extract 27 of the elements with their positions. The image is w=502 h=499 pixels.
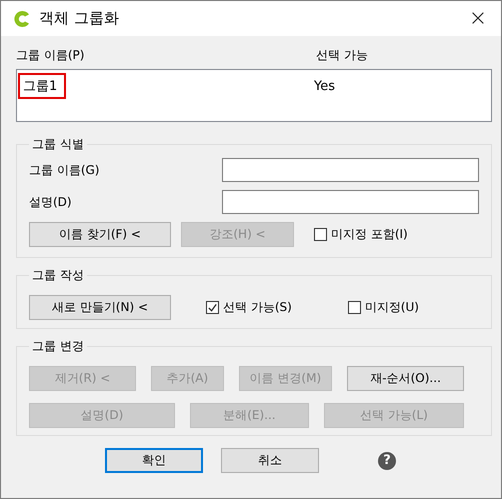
group-list[interactable]: 그룹1 Yes [16,69,492,122]
field-label: 그룹 이름(G) [29,162,100,178]
new-button[interactable]: 새로 만들기(N) < [29,295,171,320]
column-header: 그룹 이름(P) [16,46,86,64]
checkbox-label: 선택 가능(S) [223,299,292,316]
input-field[interactable] [222,158,479,182]
input-field[interactable] [222,190,479,214]
checkbox-label: 미지정 포함(I) [331,226,408,243]
field-label: 설명(D) [29,194,73,210]
action-button[interactable]: 재-순서(O)... [347,366,464,391]
group-name-cell[interactable]: 그룹1 [18,73,66,99]
help-icon[interactable]: ? [378,452,396,470]
checkbox[interactable] [348,301,361,314]
group-title: 그룹 변경 [31,338,85,355]
checkbox[interactable] [206,301,219,314]
app-logo-icon [12,8,32,28]
action-button[interactable]: 이름 찾기(F) < [29,222,171,247]
checkbox[interactable] [314,228,327,241]
column-header: 선택 가능 [316,46,368,64]
dialog-button[interactable]: 취소 [221,448,319,473]
dialog-button[interactable]: 확인 [105,448,203,473]
close-button[interactable]: × [455,1,501,36]
checkbox-label: 미지정(U) [364,299,419,316]
group-title: 그룹 식별 [31,136,85,153]
window-title: 객체 그룹화 [39,9,119,28]
group-title: 그룹 작성 [31,267,85,284]
selectable-cell: Yes [314,78,335,94]
